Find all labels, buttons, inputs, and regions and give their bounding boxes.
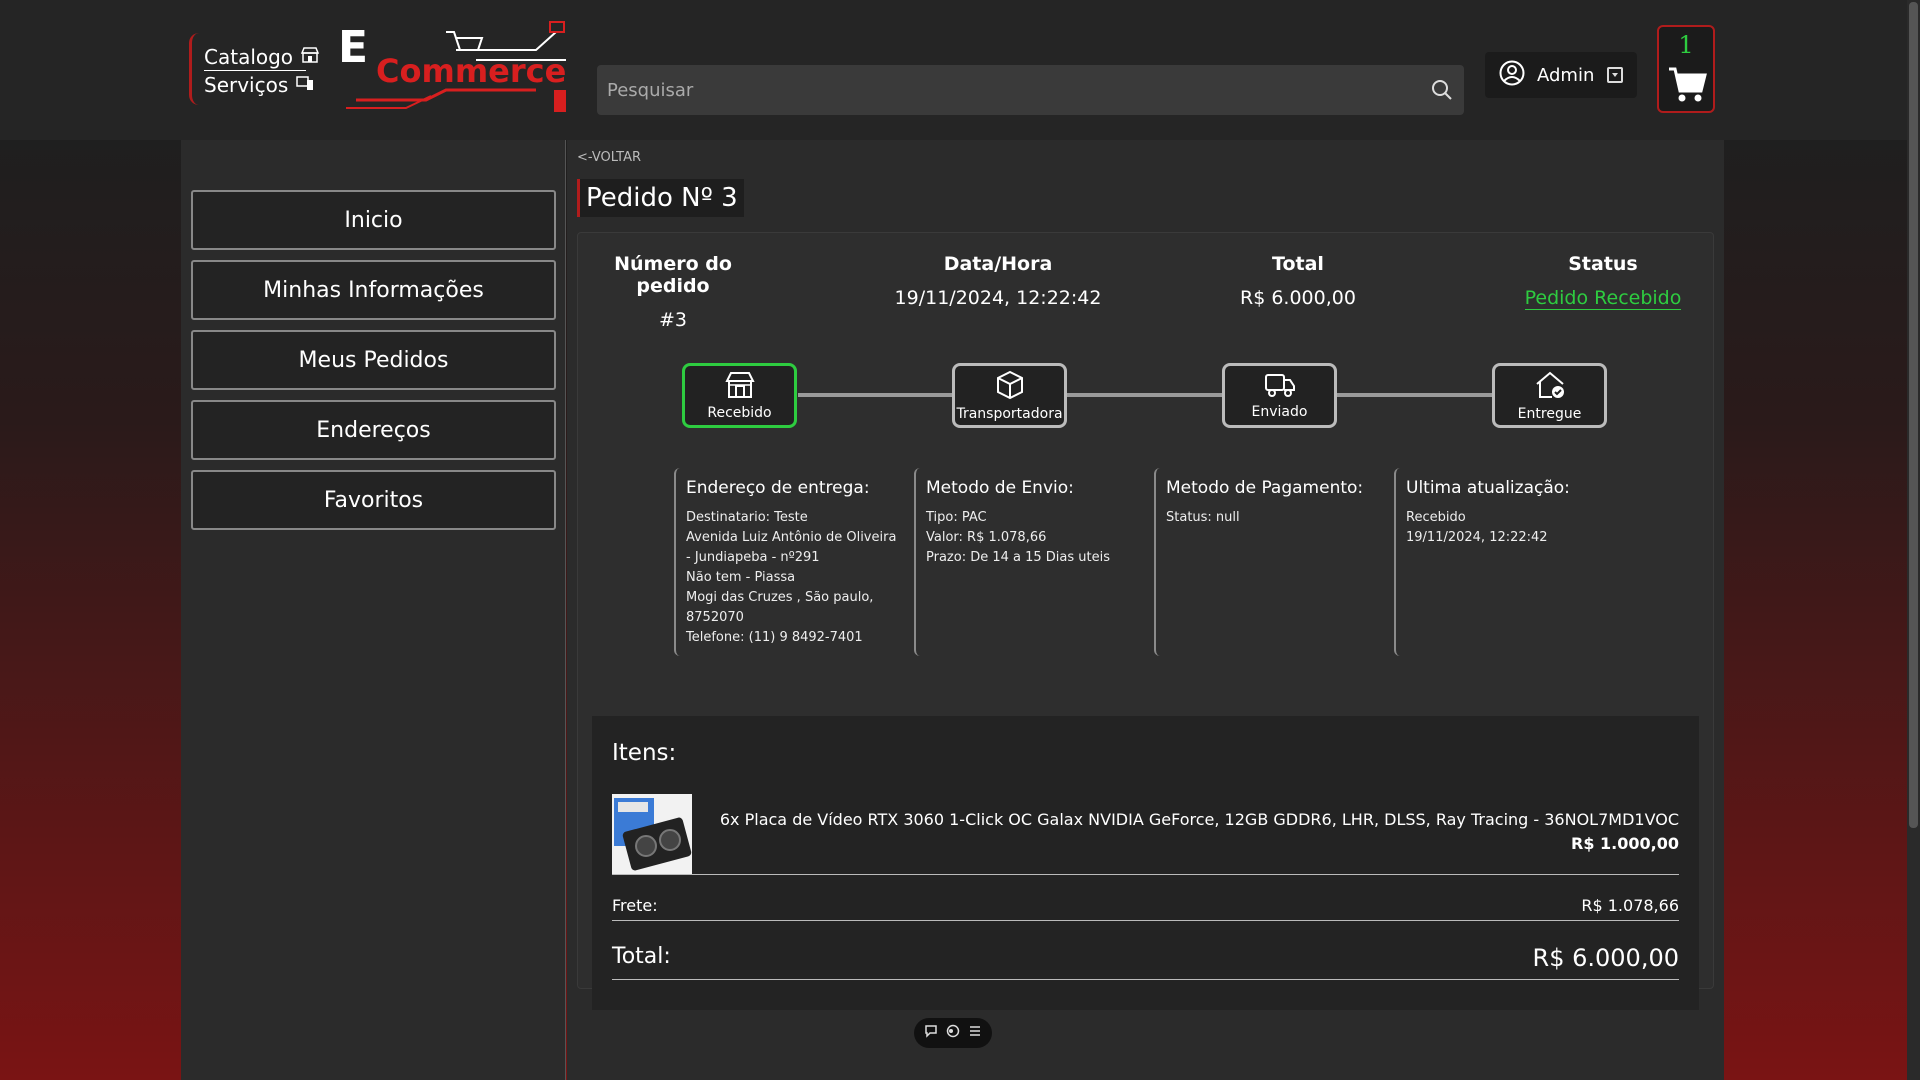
services-link[interactable]: Serviços (204, 71, 314, 99)
step-label: Enviado (1251, 403, 1308, 420)
shipping-fee-row: Frete: R$ 1.078,66 (612, 896, 1679, 921)
devices-icon (296, 75, 314, 95)
order-card: Número do pedido #3 Data/Hora 19/11/2024… (577, 232, 1714, 1010)
datetime-label: Data/Hora (943, 253, 1053, 275)
menu-icon[interactable] (968, 1024, 982, 1042)
status-label: Status (1568, 253, 1638, 275)
toggle-icon[interactable] (946, 1024, 960, 1042)
sidebar-item-label: Endereços (316, 417, 431, 443)
search-icon[interactable] (1420, 79, 1464, 101)
payment-method-info: Metodo de Pagamento: Status: null (1154, 468, 1379, 656)
product-price: R$ 1.000,00 (1571, 834, 1679, 853)
shipping-title: Metodo de Envio: (926, 478, 1074, 498)
step-transportadora: Transportadora (952, 363, 1067, 428)
sidebar-item-inicio[interactable]: Inicio (191, 190, 556, 250)
status-value: Pedido Recebido (1524, 287, 1682, 310)
order-number-summary: Número do pedido #3 (588, 253, 758, 331)
delivery-line: Telefone: (11) 9 8492-7401 (686, 630, 863, 645)
order-detail-panel: <-VOLTAR Pedido Nº 3 Número do pedido #3… (567, 140, 1724, 1080)
ecommerce-logo[interactable]: E Commerce (336, 20, 572, 116)
sidebar-item-enderecos[interactable]: Endereços (191, 400, 556, 460)
logo-word: Commerce (376, 52, 566, 90)
step-entregue: Entregue (1492, 363, 1607, 428)
frete-value: R$ 1.078,66 (1581, 896, 1679, 915)
product-name[interactable]: 6x Placa de Vídeo RTX 3060 1-Click OC Ga… (720, 810, 1679, 829)
search-input[interactable] (597, 79, 1420, 101)
shipping-method-info: Metodo de Envio: Tipo: PAC Valor: R$ 1.0… (914, 468, 1139, 656)
back-link[interactable]: <-VOLTAR (577, 150, 641, 165)
total-summary: Total R$ 6.000,00 (1218, 253, 1378, 309)
product-thumbnail[interactable] (612, 794, 692, 874)
order-total-row: Total: R$ 6.000,00 (612, 944, 1679, 980)
box-icon (995, 370, 1025, 404)
sidebar-item-minhas-informacoes[interactable]: Minhas Informações (191, 260, 556, 320)
user-avatar-icon (1499, 60, 1525, 91)
datetime-value: 19/11/2024, 12:22:42 (894, 287, 1102, 309)
delivery-line: 8752070 (686, 610, 744, 625)
step-enviado: Enviado (1222, 363, 1337, 428)
sidebar-item-label: Meus Pedidos (298, 347, 449, 373)
home-check-icon (1534, 370, 1566, 404)
items-section: Itens: 6x Placa de Vídeo RTX 3060 1-Clic… (592, 716, 1699, 1010)
delivery-line: Não tem - Piassa (686, 570, 796, 585)
sidebar-item-meus-pedidos[interactable]: Meus Pedidos (191, 330, 556, 390)
delivery-address-info: Endereço de entrega: Destinatario: Teste… (674, 468, 899, 656)
progress-track (798, 393, 1598, 397)
total-row-value: R$ 6.000,00 (1532, 944, 1679, 972)
order-number-label: Número do pedido (614, 253, 732, 297)
payment-line: Status: null (1166, 510, 1240, 525)
delivery-line: Destinatario: Teste (686, 510, 808, 525)
shipping-line: Prazo: De 14 a 15 Dias uteis (926, 550, 1111, 565)
delivery-line: - Jundiapeba - nº291 (686, 550, 820, 565)
datetime-summary: Data/Hora 19/11/2024, 12:22:42 (888, 253, 1108, 309)
update-title: Ultima atualização: (1406, 478, 1570, 498)
sidebar-item-favoritos[interactable]: Favoritos (191, 470, 556, 530)
shipping-line: Valor: R$ 1.078,66 (926, 530, 1047, 545)
list-item[interactable]: 6x Placa de Vídeo RTX 3060 1-Click OC Ga… (612, 794, 1679, 875)
step-label: Entregue (1517, 405, 1582, 422)
last-update-info: Ultima atualização: Recebido 19/11/2024,… (1394, 468, 1619, 656)
chat-icon[interactable] (924, 1024, 938, 1042)
scrollbar-thumb[interactable] (1909, 2, 1918, 828)
total-label: Total (1272, 253, 1324, 275)
logo-letter: E (338, 22, 368, 73)
catalog-link[interactable]: Catalogo (204, 43, 320, 71)
delivery-title: Endereço de entrega: (686, 478, 870, 498)
sidebar-item-label: Inicio (344, 207, 403, 233)
update-line: Recebido (1406, 510, 1466, 525)
sidebar-item-label: Favoritos (323, 487, 424, 513)
step-label: Transportadora (956, 405, 1063, 422)
truck-icon (1264, 372, 1296, 402)
shipping-line: Tipo: PAC (926, 510, 987, 525)
store-icon (300, 46, 320, 67)
delivery-line: Mogi das Cruzes , São paulo, (686, 590, 874, 605)
page-title: Pedido Nº 3 (577, 179, 744, 217)
items-title: Itens: (612, 740, 677, 766)
update-line: 19/11/2024, 12:22:42 (1406, 530, 1548, 545)
catalog-label: Catalogo (204, 44, 294, 69)
step-label: Recebido (707, 404, 772, 421)
payment-title: Metodo de Pagamento: (1166, 478, 1364, 498)
user-menu[interactable]: Admin (1485, 52, 1637, 98)
dropdown-icon[interactable] (1607, 67, 1623, 83)
top-header: Catalogo Serviços E Commerce Pesquisar A… (0, 0, 1907, 140)
cart-button[interactable]: 1 (1657, 25, 1715, 113)
order-number-value: #3 (658, 309, 687, 331)
store-icon (724, 371, 755, 403)
search-bar (597, 65, 1464, 115)
delivery-line: Avenida Luiz Antônio de Oliveira (686, 530, 897, 545)
floating-toolbar (914, 1018, 992, 1048)
services-label: Serviços (204, 73, 289, 97)
total-row-label: Total: (612, 944, 671, 969)
status-summary: Status Pedido Recebido (1518, 253, 1688, 310)
user-name: Admin (1537, 64, 1595, 86)
cart-count: 1 (1678, 31, 1694, 59)
frete-label: Frete: (612, 896, 658, 915)
account-sidebar: Inicio Minhas Informações Meus Pedidos E… (181, 140, 566, 1080)
step-recebido: Recebido (682, 363, 797, 428)
sidebar-item-label: Minhas Informações (263, 277, 484, 303)
total-value: R$ 6.000,00 (1240, 287, 1356, 309)
quick-nav: Catalogo Serviços (189, 33, 320, 105)
page-scrollbar[interactable] (1907, 0, 1920, 1080)
